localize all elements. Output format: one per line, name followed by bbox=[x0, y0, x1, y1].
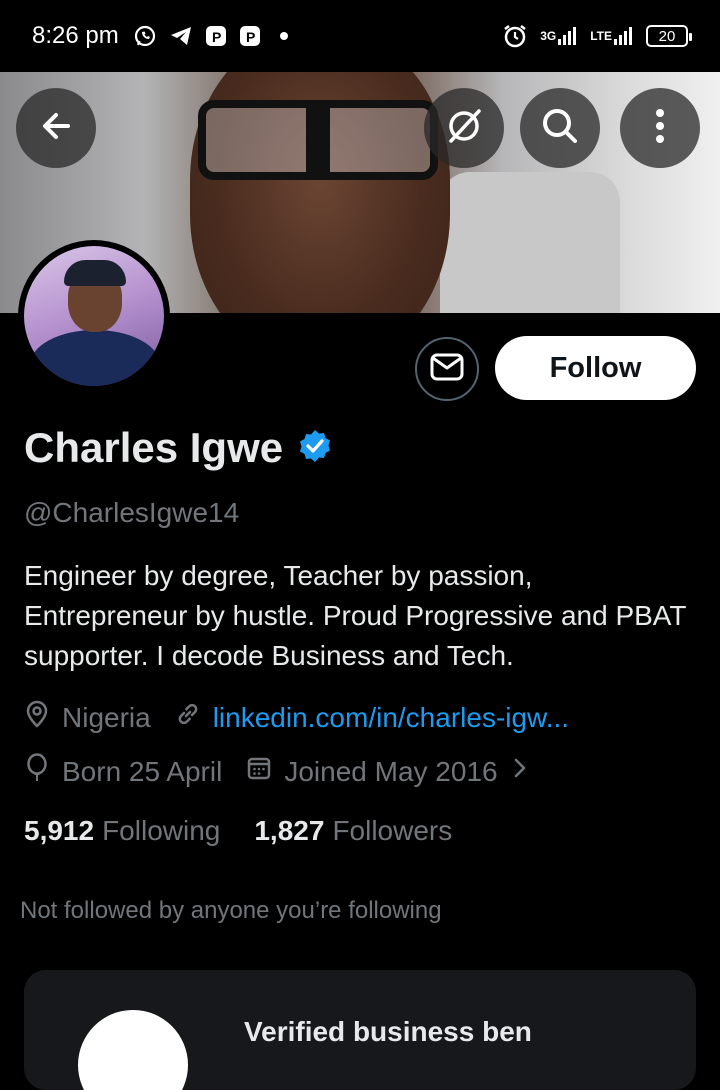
following-count: 5,912 bbox=[24, 815, 95, 846]
search-button[interactable] bbox=[520, 88, 600, 168]
followers-count: 1,827 bbox=[254, 815, 325, 846]
link-icon bbox=[175, 701, 201, 734]
following-label: Following bbox=[102, 815, 221, 846]
signal-lte-icon: LTE bbox=[590, 25, 634, 47]
banner-glasses bbox=[198, 100, 438, 180]
status-bar: 8:26 pm P P 3G LTE 20 bbox=[0, 0, 720, 72]
signal-3g-icon: 3G bbox=[540, 25, 578, 47]
app-p-icon: P bbox=[205, 25, 227, 47]
whatsapp-icon bbox=[133, 24, 157, 48]
more-button[interactable] bbox=[620, 88, 700, 168]
verified-badge-icon[interactable] bbox=[297, 428, 333, 469]
status-time: 8:26 pm bbox=[32, 22, 119, 49]
app-p-icon: P bbox=[239, 25, 261, 47]
location-text: Nigeria bbox=[62, 701, 151, 733]
telegram-icon bbox=[169, 25, 193, 47]
battery-icon: 20 bbox=[646, 25, 692, 47]
joined-text: Joined May 2016 bbox=[284, 755, 498, 787]
birthday: Born 25 April bbox=[24, 753, 222, 790]
display-name: Charles Igwe bbox=[24, 424, 284, 471]
calendar-icon bbox=[246, 755, 272, 788]
verified-business-card[interactable]: Verified business ben bbox=[24, 970, 696, 1090]
meta-row-location: Nigeria linkedin.com/in/charles-igw... bbox=[24, 700, 593, 735]
meta-row-dates: Born 25 April Joined May 2016 bbox=[24, 753, 554, 790]
alarm-icon bbox=[502, 23, 528, 49]
location-pin-icon bbox=[24, 700, 50, 735]
handle: @CharlesIgwe14 bbox=[24, 497, 240, 528]
name-row: Charles Igwe bbox=[24, 424, 333, 472]
website-link[interactable]: linkedin.com/in/charles-igw... bbox=[213, 702, 569, 734]
card-title: Verified business ben bbox=[244, 1016, 532, 1047]
location: Nigeria bbox=[24, 700, 151, 735]
balloon-icon bbox=[24, 753, 50, 790]
back-button[interactable] bbox=[16, 88, 96, 168]
grok-slash-icon bbox=[443, 105, 485, 152]
notification-icons: P P bbox=[133, 24, 295, 48]
arrow-left-icon bbox=[36, 106, 76, 151]
joined[interactable]: Joined May 2016 bbox=[246, 755, 529, 788]
envelope-icon bbox=[430, 353, 464, 386]
avatar-body bbox=[30, 330, 160, 386]
follow-stats: 5,912 Following 1,827 Followers bbox=[24, 815, 452, 847]
card-thumbnail bbox=[78, 1010, 188, 1090]
followers-label: Followers bbox=[332, 815, 453, 846]
website[interactable]: linkedin.com/in/charles-igw... bbox=[175, 701, 569, 734]
followers-stat[interactable]: 1,827 Followers bbox=[254, 815, 452, 847]
follow-button[interactable]: Follow bbox=[495, 336, 696, 400]
dot-icon bbox=[273, 30, 295, 42]
more-vertical-icon bbox=[654, 106, 666, 151]
not-followed-text: Not followed by anyone you’re following bbox=[20, 897, 442, 924]
message-button[interactable] bbox=[415, 337, 479, 401]
svg-text:P: P bbox=[212, 29, 221, 45]
avatar-cap bbox=[64, 260, 126, 286]
banner-seat bbox=[440, 172, 620, 313]
avatar[interactable] bbox=[18, 240, 170, 392]
birthday-text: Born 25 April bbox=[62, 755, 223, 787]
chevron-right-icon bbox=[510, 755, 530, 788]
svg-text:P: P bbox=[246, 29, 255, 45]
following-stat[interactable]: 5,912 Following bbox=[24, 815, 220, 847]
grok-button[interactable] bbox=[424, 88, 504, 168]
avatar-image bbox=[24, 246, 164, 386]
bio: Engineer by degree, Teacher by passion, … bbox=[24, 560, 686, 671]
search-icon bbox=[540, 106, 580, 151]
